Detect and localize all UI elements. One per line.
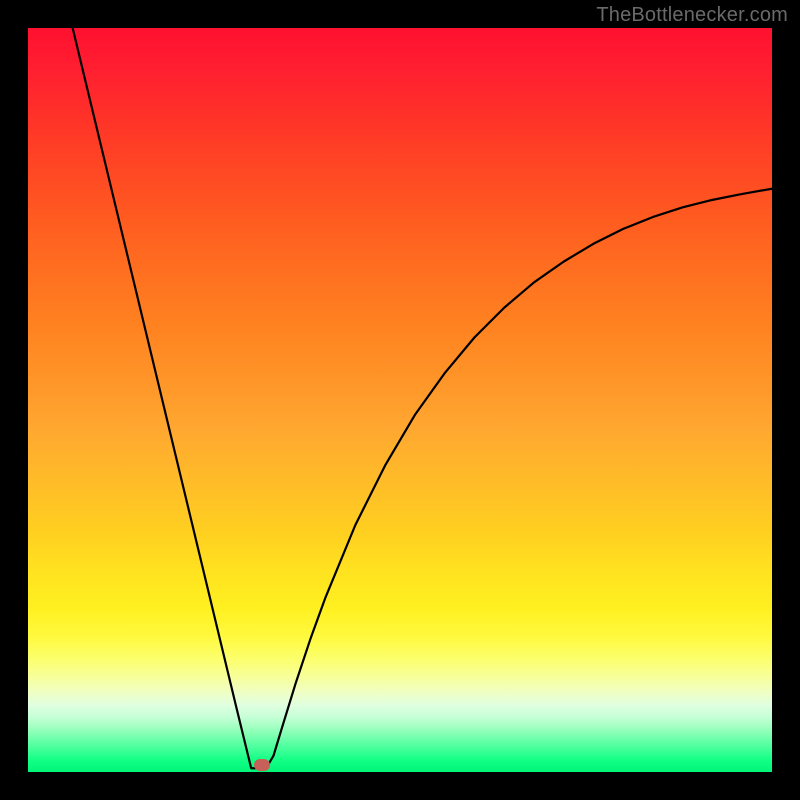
plot-area bbox=[28, 28, 772, 772]
bottleneck-marker-icon bbox=[254, 759, 270, 771]
attribution-label: TheBottlenecker.com bbox=[596, 4, 788, 27]
chart-frame: TheBottlenecker.com bbox=[0, 0, 800, 800]
bottleneck-curve bbox=[28, 28, 772, 772]
